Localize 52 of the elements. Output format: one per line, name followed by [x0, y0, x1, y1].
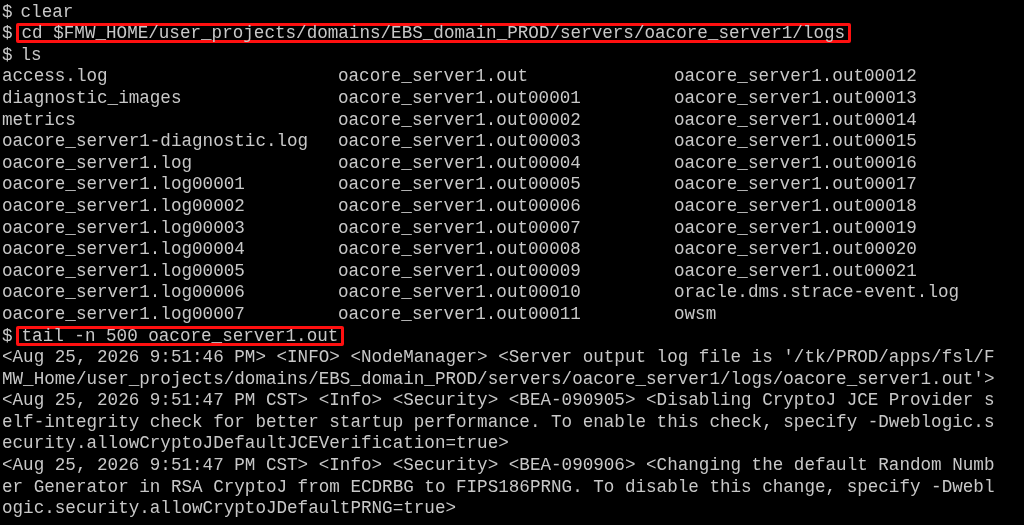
- log-output-line: er Generator in RSA CryptoJ from ECDRBG to FIPS186PRNG. To disable this change, specify -Dwebl: [2, 475, 995, 499]
- file-name: oacore_server1.out00003: [338, 131, 581, 152]
- log-output-line: <Aug 25, 2026 9:51:47 PM CST> <Info> <Security> <BEA-090906> <Changing the default Random Numb: [2, 454, 995, 478]
- shell-command: cd $FMW_HOME/user_projects/domains/EBS_domain_PROD/servers/oacore_server1/logs: [15, 23, 852, 44]
- shell-prompt: $: [2, 22, 13, 46]
- file-name: oacore_server1.log00003: [2, 217, 245, 238]
- log-output-line: elf-integrity check for better startup performance. To enable this check, specify -Dweblogic.s: [2, 410, 995, 434]
- file-name: oacore_server1.out00006: [338, 195, 581, 216]
- file-name: oacore_server1.out00005: [338, 174, 581, 195]
- file-name: oacore_server1.log00004: [2, 239, 245, 260]
- shell-command: clear: [20, 0, 74, 24]
- file-name: oacore_server1-diagnostic.log: [2, 131, 309, 152]
- file-name: oacore_server1.log: [2, 152, 193, 173]
- file-name: oacore_server1.out00002: [338, 109, 581, 130]
- file-name: oacore_server1.out00018: [674, 195, 917, 216]
- file-name: oacore_server1.out00015: [674, 131, 917, 152]
- file-name: oacore_server1.log00002: [2, 195, 245, 216]
- shell-prompt: $: [2, 43, 13, 67]
- file-name: oacore_server1.log00001: [2, 174, 245, 195]
- file-name: access.log: [2, 66, 108, 87]
- file-name: diagnostic_images: [2, 88, 182, 108]
- log-output-line: <Aug 25, 2026 9:51:46 PM> <INFO> <NodeManager> <Server output log file is '/tk/PROD/apps/fsl/F: [2, 346, 995, 370]
- file-name: oacore_server1.out00019: [674, 217, 917, 238]
- shell-prompt: $: [2, 324, 13, 348]
- file-name: oacore_server1.log00005: [2, 260, 245, 281]
- file-name: oacore_server1.out00020: [674, 239, 917, 260]
- file-name: oacore_server1.out00010: [338, 282, 581, 303]
- file-name: oacore_server1.out00009: [338, 260, 581, 281]
- file-name: oacore_server1.out00016: [674, 152, 917, 173]
- shell-command: tail -n 500 oacore_server1.out: [15, 325, 345, 346]
- file-name: oacore_server1.out00001: [338, 88, 581, 108]
- shell-command: ls: [20, 43, 42, 67]
- file-name: oacore_server1.out00021: [674, 260, 917, 281]
- file-name: oacore_server1.log00006: [2, 282, 245, 303]
- file-name: oacore_server1.log00007: [2, 303, 245, 324]
- log-output-line: ogic.security.allowCryptoJDefaultPRNG=true>: [2, 497, 456, 521]
- file-name: oacore_server1.out: [338, 66, 529, 87]
- shell-prompt: $: [2, 0, 13, 24]
- file-name: oacore_server1.out00013: [674, 88, 917, 108]
- file-name: oacore_server1.out00004: [338, 152, 581, 173]
- file-name: owsm: [674, 303, 717, 324]
- log-output-line: <Aug 25, 2026 9:51:47 PM CST> <Info> <Security> <BEA-090905> <Disabling CryptoJ JCE Provider s: [2, 389, 995, 413]
- file-name: oacore_server1.out00014: [674, 109, 917, 130]
- log-output-line: ecurity.allowCryptoJDefaultJCEVerification=true>: [2, 432, 509, 456]
- file-name: oracle.dms.strace-event.log: [674, 282, 960, 303]
- file-name: oacore_server1.out00011: [338, 303, 581, 324]
- file-name: metrics: [2, 109, 76, 130]
- file-name: oacore_server1.out00007: [338, 217, 581, 238]
- file-name: oacore_server1.out00008: [338, 239, 581, 260]
- log-output-line: MW_Home/user_projects/domains/EBS_domain_PROD/servers/oacore_server1/logs/oacore_server1.out'>: [2, 367, 995, 391]
- file-name: oacore_server1.out00012: [674, 66, 917, 87]
- file-name: oacore_server1.out00017: [674, 174, 917, 195]
